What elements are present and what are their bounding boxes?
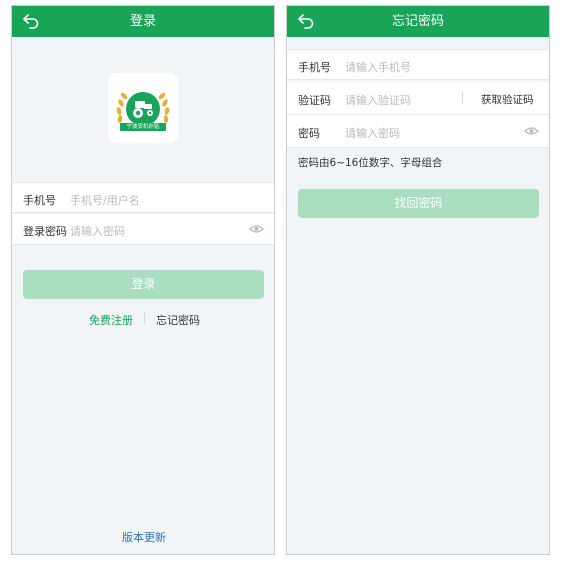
app-logo: 宁波农机补贴 [108, 73, 178, 143]
version-update-link[interactable]: 版本更新 [122, 529, 166, 545]
password-label: 密码 [298, 127, 320, 140]
password-input[interactable]: 请输入密码 [345, 125, 400, 141]
forgot-header: 忘记密码 [287, 6, 549, 37]
phone-row: 手机号 请输入手机号 [287, 49, 549, 80]
phone-input[interactable]: 请输入手机号 [345, 59, 411, 75]
password-row: 密码 请输入密码 [287, 115, 549, 148]
login-screen: 登录 宁波农机补贴 手机号 手机号/用户名 登录密码 请输入密码 登录 免费注册… [11, 5, 275, 555]
page-title: 忘记密码 [391, 14, 444, 29]
back-arrow-icon[interactable] [22, 13, 40, 29]
password-label: 登录密码 [23, 225, 67, 238]
login-button[interactable]: 登录 [23, 270, 264, 299]
back-arrow-icon[interactable] [297, 13, 315, 29]
register-link[interactable]: 免费注册 [89, 312, 133, 328]
phone-row: 手机号 手机号/用户名 [12, 182, 274, 213]
code-divider [462, 92, 463, 104]
forgot-password-screen: 忘记密码 手机号 请输入手机号 验证码 请输入验证码 获取验证码 密码 请输入密… [286, 5, 550, 555]
link-divider [144, 312, 145, 324]
page-title: 登录 [129, 14, 156, 29]
retrieve-password-button[interactable]: 找回密码 [298, 189, 539, 218]
phone-input[interactable]: 手机号/用户名 [70, 192, 140, 208]
get-code-button[interactable]: 获取验证码 [481, 92, 534, 107]
tractor-wheat-logo-icon [116, 92, 170, 131]
code-row: 验证码 请输入验证码 获取验证码 [287, 82, 549, 115]
password-hint: 密码由6~16位数字、字母组合 [298, 157, 443, 169]
code-label: 验证码 [298, 94, 331, 107]
code-input[interactable]: 请输入验证码 [345, 92, 411, 108]
phone-label: 手机号 [23, 194, 56, 207]
eye-icon[interactable] [249, 224, 264, 234]
password-row: 登录密码 请输入密码 [12, 214, 274, 245]
phone-label: 手机号 [298, 61, 331, 74]
password-input[interactable]: 请输入密码 [70, 223, 125, 239]
login-header: 登录 [12, 6, 274, 37]
logo-text: 宁波农机补贴 [126, 124, 160, 130]
forgot-password-link[interactable]: 忘记密码 [156, 312, 200, 328]
eye-icon[interactable] [524, 126, 539, 136]
